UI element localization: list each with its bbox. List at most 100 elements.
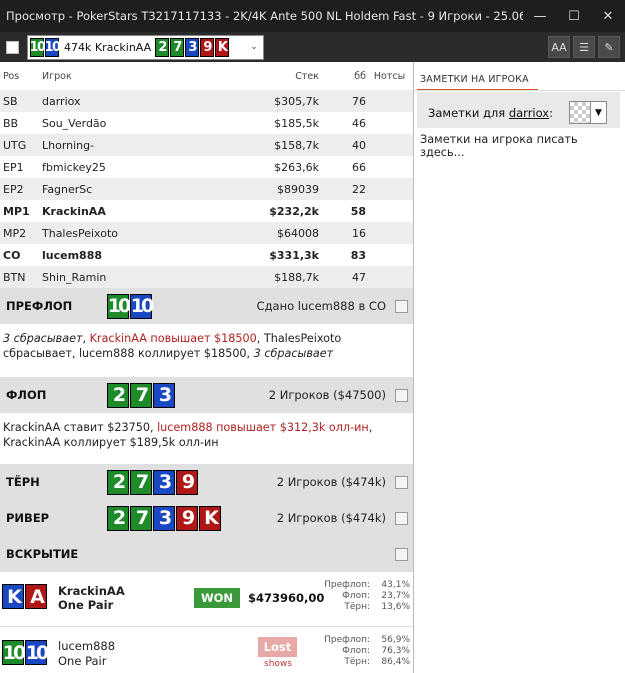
- playing-card: 7: [130, 505, 152, 531]
- turn-header: ТЁРН 2739 2 Игроков ($474k): [0, 464, 413, 500]
- equity-value: 86,4%: [381, 657, 410, 667]
- showdown-checkbox[interactable]: [395, 547, 408, 561]
- equity-value: 43,1%: [381, 580, 410, 590]
- turn-checkbox[interactable]: [395, 475, 408, 489]
- showdown-cards: 10 10: [2, 640, 49, 665]
- header-notes: Нотсы: [373, 70, 406, 82]
- minimize-button[interactable]: —: [523, 0, 557, 32]
- player-row[interactable]: MP1 KrackinAA $232,2k 58: [0, 200, 413, 222]
- hand-select-label: 474k KrackinAA: [64, 40, 152, 54]
- preflop-info: Сдано lucem888 в CO: [256, 299, 386, 313]
- playing-card: 10: [2, 640, 26, 665]
- action-text: 3 сбрасывает: [253, 347, 334, 360]
- showdown-player-name: KrackinAA: [58, 584, 125, 598]
- player-position: EP1: [3, 160, 24, 174]
- playing-card: 3: [185, 37, 200, 57]
- notes-for-label: Заметки для darriox:: [428, 106, 553, 120]
- preflop-cards: 10 10: [107, 293, 154, 319]
- player-stack: $263,6k: [274, 160, 319, 174]
- hand-history-panel: Pos Игрок Стек бб Нотсы SB darriox $305,7k…: [0, 62, 413, 673]
- player-bb: 16: [352, 226, 366, 240]
- river-header: РИВЕР 2739K 2 Игроков ($474k): [0, 500, 413, 536]
- river-label: РИВЕР: [6, 511, 50, 525]
- action-text: KrackinAA ставит $23750,: [3, 421, 158, 434]
- equity-list: Префлоп: 43,1% Флоп: 23,7% Тёрн: 13,6%: [318, 580, 410, 613]
- playing-card: 7: [130, 382, 152, 408]
- window-title: Просмотр - PokerStars T3217117133 - 2K/4…: [6, 9, 523, 23]
- player-name: Sou_Verdão: [42, 116, 107, 130]
- select-hand-checkbox[interactable]: [6, 40, 19, 54]
- chevron-down-icon: ▼: [590, 102, 606, 123]
- player-name: ThalesPeixoto: [42, 226, 118, 240]
- won-badge: WON: [194, 588, 240, 608]
- playing-card: K: [215, 37, 230, 57]
- player-row[interactable]: MP2 ThalesPeixoto $64008 16: [0, 222, 413, 244]
- header-stack: Стек: [295, 70, 319, 82]
- player-notes-panel: ЗАМЕТКИ НА ИГРОКА Заметки для darriox: ▼…: [413, 62, 625, 673]
- playing-card: 3: [153, 382, 175, 408]
- notes-for-colon: :: [549, 106, 553, 120]
- player-name: lucem888: [42, 248, 103, 262]
- note-color-picker[interactable]: ▼: [569, 101, 607, 124]
- edit-icon[interactable]: ✎: [598, 36, 620, 58]
- player-stack: $158,7k: [274, 138, 319, 152]
- flop-cards: 273: [107, 382, 176, 408]
- playing-card: A: [25, 584, 47, 609]
- playing-card: 2: [155, 37, 170, 57]
- showdown-header: ВСКРЫТИЕ: [0, 536, 413, 572]
- player-bb: 76: [352, 94, 366, 108]
- player-position: CO: [3, 248, 21, 262]
- playing-card: 7: [130, 469, 152, 495]
- preflop-label: ПРЕФЛОП: [6, 299, 73, 313]
- playing-card: 10: [130, 293, 154, 319]
- font-size-button[interactable]: AA: [548, 36, 570, 58]
- player-row[interactable]: SB darriox $305,7k 76: [0, 90, 413, 112]
- player-position: MP2: [3, 226, 27, 240]
- divider: [0, 626, 413, 627]
- player-name: Shin_Ramin: [42, 270, 107, 284]
- playing-card: 2: [107, 382, 129, 408]
- river-cards: 2739K: [107, 505, 222, 531]
- player-row[interactable]: EP2 FagnerSc $89039 22: [0, 178, 413, 200]
- playing-card: 2: [107, 469, 129, 495]
- header-player: Игрок: [42, 70, 72, 82]
- player-name: KrackinAA: [42, 204, 106, 218]
- maximize-button[interactable]: ☐: [557, 0, 591, 32]
- player-row[interactable]: BB Sou_Verdão $185,5k 46: [0, 112, 413, 134]
- preflop-checkbox[interactable]: [395, 299, 408, 313]
- player-stack: $64008: [277, 226, 319, 240]
- equity-label: Префлоп:: [324, 635, 370, 645]
- equity-label: Флоп:: [342, 646, 370, 656]
- player-name: FagnerSc: [42, 182, 93, 196]
- player-bb: 58: [350, 204, 366, 218]
- tab-player-notes[interactable]: ЗАМЕТКИ НА ИГРОКА: [417, 69, 538, 91]
- playing-card: 10: [44, 37, 61, 57]
- preflop-header: ПРЕФЛОП 10 10 Сдано lucem888 в CO: [0, 288, 413, 324]
- close-button[interactable]: ✕: [591, 0, 625, 32]
- player-row[interactable]: CO lucem888 $331,3k 83: [0, 244, 413, 266]
- player-row[interactable]: BTN Shin_Ramin $188,7k 47: [0, 266, 413, 288]
- list-view-button[interactable]: ☰: [573, 36, 595, 58]
- playing-card: 10: [29, 37, 46, 57]
- players-table: SB darriox $305,7k 76 BB Sou_Verdão $185,5k 46 U…: [0, 90, 413, 288]
- river-checkbox[interactable]: [395, 511, 408, 525]
- player-bb: 40: [352, 138, 366, 152]
- equity-value: 13,6%: [381, 602, 410, 612]
- player-stack: $89039: [277, 182, 319, 196]
- player-name: darriox: [42, 94, 81, 108]
- notes-textarea[interactable]: Заметки на игрока писать здесь...: [420, 133, 625, 159]
- flop-checkbox[interactable]: [395, 388, 408, 402]
- player-row[interactable]: EP1 fbmickey25 $263,6k 66: [0, 156, 413, 178]
- hand-select-dropdown[interactable]: 10 10 474k KrackinAA 2739K ⌄: [27, 34, 264, 60]
- lost-badge: Lost: [258, 637, 297, 657]
- hero-cards: 10 10: [29, 37, 61, 57]
- playing-card: 9: [176, 505, 198, 531]
- playing-card: 7: [170, 37, 185, 57]
- player-position: SB: [3, 94, 18, 108]
- header-bb: бб: [354, 70, 366, 82]
- player-row[interactable]: UTG Lhorning- $158,7k 40: [0, 134, 413, 156]
- notes-player-link[interactable]: darriox: [509, 106, 549, 120]
- title-bar: Просмотр - PokerStars T3217117133 - 2K/4…: [0, 0, 625, 32]
- playing-card: 3: [153, 469, 175, 495]
- action-text: lucem888 повышает $312,3k олл-ин: [157, 421, 369, 434]
